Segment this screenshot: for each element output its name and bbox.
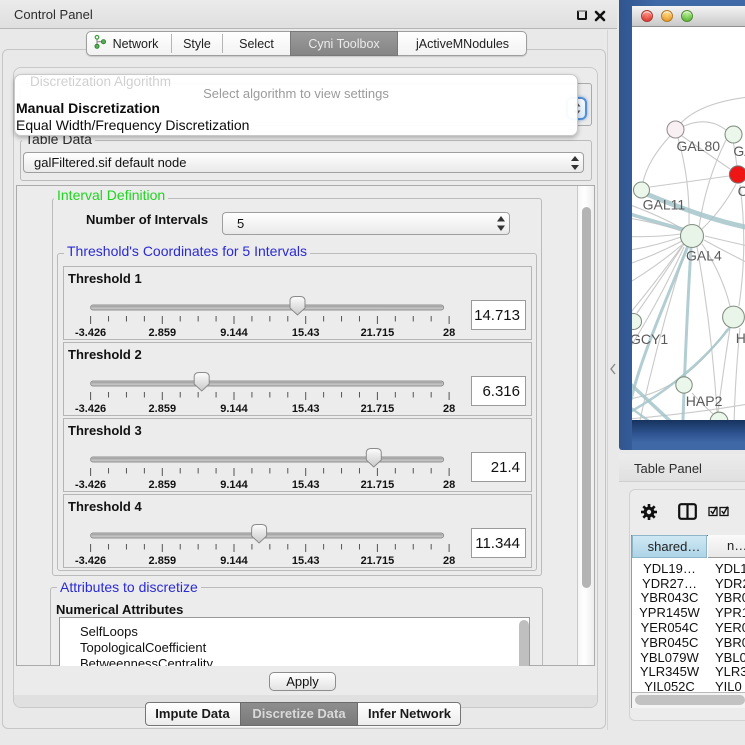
svg-text:15.43: 15.43 <box>292 479 320 491</box>
svg-text:28: 28 <box>443 327 455 339</box>
svg-text:9.144: 9.144 <box>220 327 248 339</box>
svg-text:9.144: 9.144 <box>220 403 248 415</box>
svg-text:9.144: 9.144 <box>220 479 248 491</box>
svg-text:21.715: 21.715 <box>361 555 395 567</box>
svg-text:2.859: 2.859 <box>149 555 177 567</box>
svg-text:GAL11: GAL11 <box>643 197 686 213</box>
svg-text:GAL4: GAL4 <box>686 248 722 264</box>
svg-text:15.43: 15.43 <box>292 403 320 415</box>
svg-text:-3.426: -3.426 <box>75 555 106 567</box>
svg-text:9.144: 9.144 <box>220 555 248 567</box>
svg-text:15.43: 15.43 <box>292 327 320 339</box>
svg-text:15.43: 15.43 <box>292 555 320 567</box>
svg-text:21.715: 21.715 <box>361 327 395 339</box>
svg-text:-3.426: -3.426 <box>75 479 106 491</box>
svg-text:CO: CO <box>738 183 745 199</box>
svg-text:GAL8: GAL8 <box>733 143 745 159</box>
svg-text:28: 28 <box>443 555 455 567</box>
svg-text:21.715: 21.715 <box>361 403 395 415</box>
svg-text:2.859: 2.859 <box>149 479 177 491</box>
svg-text:-3.426: -3.426 <box>75 403 106 415</box>
svg-text:-3.426: -3.426 <box>75 327 106 339</box>
svg-text:2.859: 2.859 <box>149 403 177 415</box>
svg-text:28: 28 <box>443 403 455 415</box>
svg-text:HIS: HIS <box>736 330 745 346</box>
svg-text:21.715: 21.715 <box>361 479 395 491</box>
svg-text:HAP2: HAP2 <box>686 393 723 409</box>
svg-text:GAL80: GAL80 <box>677 138 721 154</box>
svg-text:2.859: 2.859 <box>149 327 177 339</box>
svg-text:GCY1: GCY1 <box>632 331 668 347</box>
svg-text:28: 28 <box>443 479 455 491</box>
